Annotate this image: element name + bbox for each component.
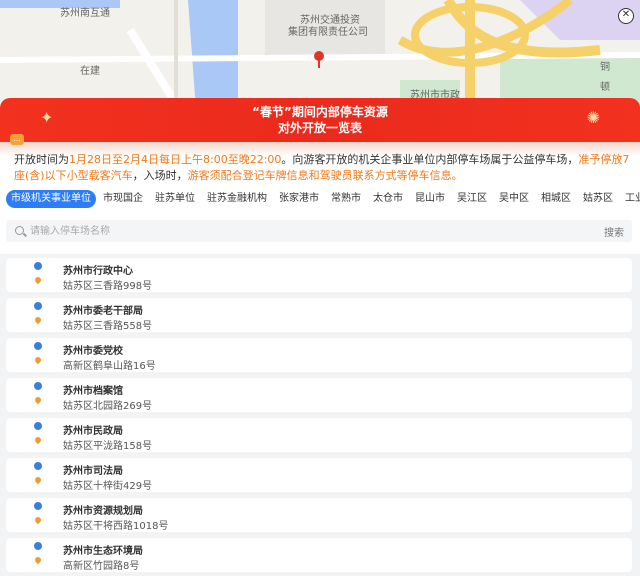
location-dot-icon xyxy=(34,422,42,430)
parking-name: 苏州市委老干部局 xyxy=(63,306,143,317)
lantern-icon: ✦ xyxy=(40,108,54,127)
address-pin-icon xyxy=(33,435,43,445)
list-item[interactable]: 苏州市司法局 姑苏区十梓街429号 xyxy=(6,458,632,492)
parking-address: 姑苏区三香路558号 xyxy=(63,321,153,332)
notice-part2: 。向游客开放的机关企事业单位内部停车场属于公益停车场， xyxy=(281,153,579,166)
search-icon xyxy=(15,226,24,235)
parking-address: 高新区鹤阜山路16号 xyxy=(63,361,156,372)
parking-name: 苏州市生态环境局 xyxy=(63,546,143,557)
notice-part3: ，入场时， xyxy=(132,169,188,182)
list-item[interactable]: 苏州市档案馆 姑苏区北园路269号 xyxy=(6,378,632,412)
banner: ✦ ✺ “春节”期间内部停车资源 对外开放一览表 xyxy=(0,98,640,156)
tab-zhangjiagang[interactable]: 张家港市 xyxy=(274,190,324,208)
map-label-4: 在建 xyxy=(80,66,100,77)
notice-time: 1月28日至2月4日每日上午8:00至晚22:00 xyxy=(69,153,282,166)
search-input[interactable] xyxy=(30,220,550,242)
tab-industrial-park[interactable]: 工业园区 xyxy=(620,190,640,208)
notice-part1: 开放时间为 xyxy=(14,153,69,166)
location-dot-icon xyxy=(34,342,42,350)
tab-municipal-soe[interactable]: 市现国企 xyxy=(98,190,148,208)
notice-instruction: 游客须配合登记车牌信息和驾驶员联系方式等停车信息。 xyxy=(187,169,463,182)
tab-taicang[interactable]: 太仓市 xyxy=(368,190,408,208)
parking-list: 苏州市行政中心 姑苏区三香路998号 苏州市委老干部局 姑苏区三香路558号 苏… xyxy=(0,254,640,576)
tab-financial-institutions[interactable]: 驻苏金融机构 xyxy=(202,190,272,208)
parking-panel: ✦ ✺ “春节”期间内部停车资源 对外开放一览表 ... 开放时间为1月28日至… xyxy=(0,98,640,576)
notice-text: 开放时间为1月28日至2月4日每日上午8:00至晚22:00。向游客开放的机关企… xyxy=(14,152,632,184)
tab-kunshan[interactable]: 昆山市 xyxy=(410,190,450,208)
parking-address: 姑苏区十梓街429号 xyxy=(63,481,153,492)
tab-municipal-agencies[interactable]: 市级机关事业单位 xyxy=(6,190,96,208)
tab-wuzhong[interactable]: 吴中区 xyxy=(494,190,534,208)
address-pin-icon xyxy=(33,475,43,485)
search-bar: 搜索 xyxy=(6,220,632,242)
close-icon[interactable]: ✕ xyxy=(618,8,634,24)
map-label-7: 顿 xyxy=(600,82,610,93)
list-item[interactable]: 苏州市委党校 高新区鹤阜山路16号 xyxy=(6,338,632,372)
category-tabs: 市级机关事业单位 市现国企 驻苏单位 驻苏金融机构 张家港市 常熟市 太仓市 昆… xyxy=(6,190,640,208)
location-dot-icon xyxy=(34,262,42,270)
tab-resident-units[interactable]: 驻苏单位 xyxy=(150,190,200,208)
parking-name: 苏州市资源规划局 xyxy=(63,506,143,517)
parking-name: 苏州市委党校 xyxy=(63,346,123,357)
list-item[interactable]: 苏州市资源规划局 姑苏区干将西路1018号 xyxy=(6,498,632,532)
parking-address: 姑苏区北园路269号 xyxy=(63,401,153,412)
location-dot-icon xyxy=(34,462,42,470)
map-label-3: 集团有限责任公司 xyxy=(288,27,368,38)
address-pin-icon xyxy=(33,315,43,325)
parking-name: 苏州市档案馆 xyxy=(63,386,123,397)
location-pin-icon xyxy=(314,51,324,61)
search-button[interactable]: 搜索 xyxy=(604,224,624,239)
parking-address: 姑苏区平泷路158号 xyxy=(63,441,153,452)
parking-address: 高新区竹园路8号 xyxy=(63,561,140,572)
parking-address: 姑苏区干将西路1018号 xyxy=(63,521,169,532)
tab-gusu[interactable]: 姑苏区 xyxy=(578,190,618,208)
parking-name: 苏州市民政局 xyxy=(63,426,123,437)
address-pin-icon xyxy=(33,395,43,405)
address-pin-icon xyxy=(33,355,43,365)
list-item[interactable]: 苏州市委老干部局 姑苏区三香路558号 xyxy=(6,298,632,332)
tab-wujiang[interactable]: 吴江区 xyxy=(452,190,492,208)
address-pin-icon xyxy=(33,555,43,565)
location-dot-icon xyxy=(34,502,42,510)
banner-title: “春节”期间内部停车资源 xyxy=(252,105,388,119)
parking-name: 苏州市司法局 xyxy=(63,466,123,477)
notice-icon: ... xyxy=(10,134,24,145)
list-item[interactable]: 苏州市生态环境局 高新区竹园路8号 xyxy=(6,538,632,572)
location-dot-icon xyxy=(34,302,42,310)
list-item[interactable]: 苏州市民政局 姑苏区平泷路158号 xyxy=(6,418,632,452)
firework-icon: ✺ xyxy=(586,108,600,127)
parking-name: 苏州市行政中心 xyxy=(63,266,133,277)
location-dot-icon xyxy=(34,542,42,550)
location-dot-icon xyxy=(34,382,42,390)
address-pin-icon xyxy=(33,515,43,525)
tab-xiangcheng[interactable]: 相城区 xyxy=(536,190,576,208)
parking-address: 姑苏区三香路998号 xyxy=(63,281,153,292)
banner-subtitle: 对外开放一览表 xyxy=(277,121,362,135)
map-view[interactable]: 苏州南互通 苏州交通投资 集团有限责任公司 在建 苏州市市政 铜 顿 ✕ xyxy=(0,0,640,110)
address-pin-icon xyxy=(33,275,43,285)
tab-changshu[interactable]: 常熟市 xyxy=(326,190,366,208)
list-item[interactable]: 苏州市行政中心 姑苏区三香路998号 xyxy=(6,258,632,292)
map-label-1: 苏州南互通 xyxy=(60,8,110,19)
map-label-6: 铜 xyxy=(600,62,610,73)
